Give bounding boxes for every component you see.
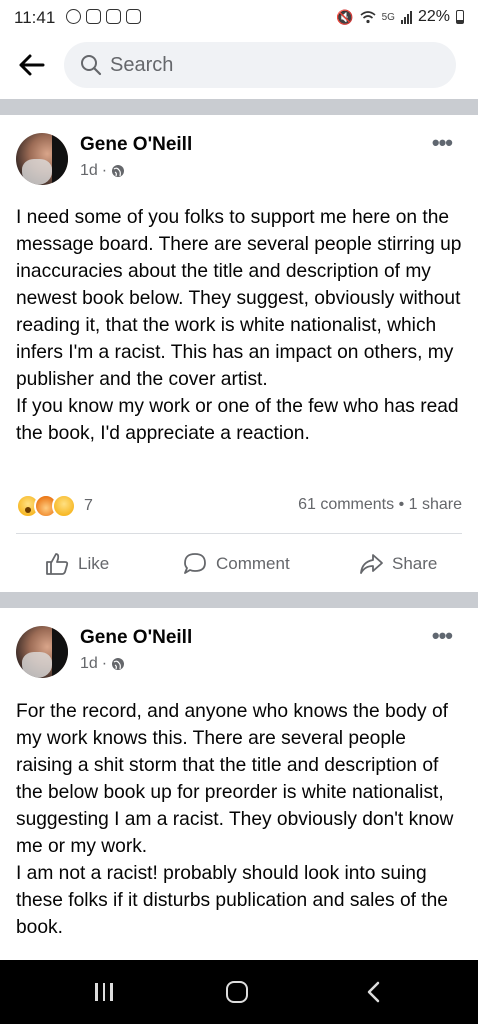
post-time[interactable]: 1d <box>80 655 98 673</box>
post-meta: 1d · <box>80 162 125 180</box>
post-stats[interactable]: 61 comments • 1 share <box>298 496 462 514</box>
post-author[interactable]: Gene O'Neill <box>80 134 192 156</box>
comment-button[interactable]: Comment <box>182 540 290 588</box>
post-paragraph: I am not a racist! probably should look … <box>16 863 448 938</box>
post-time[interactable]: 1d <box>80 162 98 180</box>
battery-icon <box>456 10 464 24</box>
globe-icon <box>112 165 125 177</box>
battery-level: 22% <box>417 8 450 25</box>
status-time: 11:41 <box>14 8 56 27</box>
share-count[interactable]: 1 share <box>409 496 462 513</box>
image-icon <box>126 9 141 24</box>
search-input[interactable] <box>110 42 430 88</box>
share-label: Share <box>392 554 438 573</box>
recents-icon[interactable] <box>95 983 113 1001</box>
post-paragraph: If you know my work or one of the few wh… <box>16 396 459 444</box>
meta-dot: · <box>101 655 108 672</box>
status-bar: 11:41 🔇 5G 22% <box>0 0 478 34</box>
mute-icon: 🔇 <box>336 8 354 25</box>
avatar[interactable] <box>16 626 68 678</box>
notification-icons <box>66 9 141 24</box>
post-paragraph: I need some of you folks to support me h… <box>16 207 462 390</box>
share-icon <box>360 554 383 574</box>
divider <box>16 533 462 534</box>
system-icons: 🔇 5G 22% <box>336 8 464 26</box>
haha-reaction-icon <box>52 494 76 518</box>
network-type: 5G <box>381 11 395 23</box>
home-icon[interactable] <box>226 981 248 1003</box>
post-text: For the record, and anyone who knows the… <box>16 698 466 941</box>
stats-dot: • <box>398 496 409 513</box>
reaction-summary[interactable]: 7 <box>16 494 93 518</box>
notification-icon <box>106 9 121 24</box>
top-bar <box>0 34 478 96</box>
comment-count[interactable]: 61 comments <box>298 496 394 513</box>
more-icon[interactable]: ••• <box>432 623 453 649</box>
feed-separator <box>0 592 478 608</box>
share-button[interactable]: Share <box>358 540 437 588</box>
like-button[interactable]: Like <box>44 540 109 588</box>
nav-back-icon[interactable] <box>364 980 384 1004</box>
back-arrow-icon[interactable] <box>16 50 46 80</box>
post-meta: 1d · <box>80 655 125 673</box>
like-icon <box>46 553 69 575</box>
signal-icon <box>400 10 412 24</box>
search-bar[interactable] <box>64 42 456 88</box>
like-label: Like <box>78 554 110 573</box>
reaction-count: 7 <box>84 497 93 514</box>
notification-icon <box>86 9 101 24</box>
feed-separator <box>0 99 478 115</box>
post-actions: Like Comment Share <box>0 540 478 588</box>
search-icon <box>81 55 102 76</box>
comment-label: Comment <box>216 554 290 573</box>
wifi-icon <box>360 11 376 24</box>
comment-icon <box>184 553 206 574</box>
system-nav-bar <box>0 960 478 1024</box>
post-text: I need some of you folks to support me h… <box>16 204 466 447</box>
avatar[interactable] <box>16 133 68 185</box>
more-icon[interactable]: ••• <box>432 130 453 156</box>
dnd-icon <box>66 9 81 24</box>
post-paragraph: For the record, and anyone who knows the… <box>16 701 454 857</box>
post-author[interactable]: Gene O'Neill <box>80 627 192 649</box>
globe-icon <box>112 658 125 670</box>
meta-dot: · <box>101 162 108 179</box>
